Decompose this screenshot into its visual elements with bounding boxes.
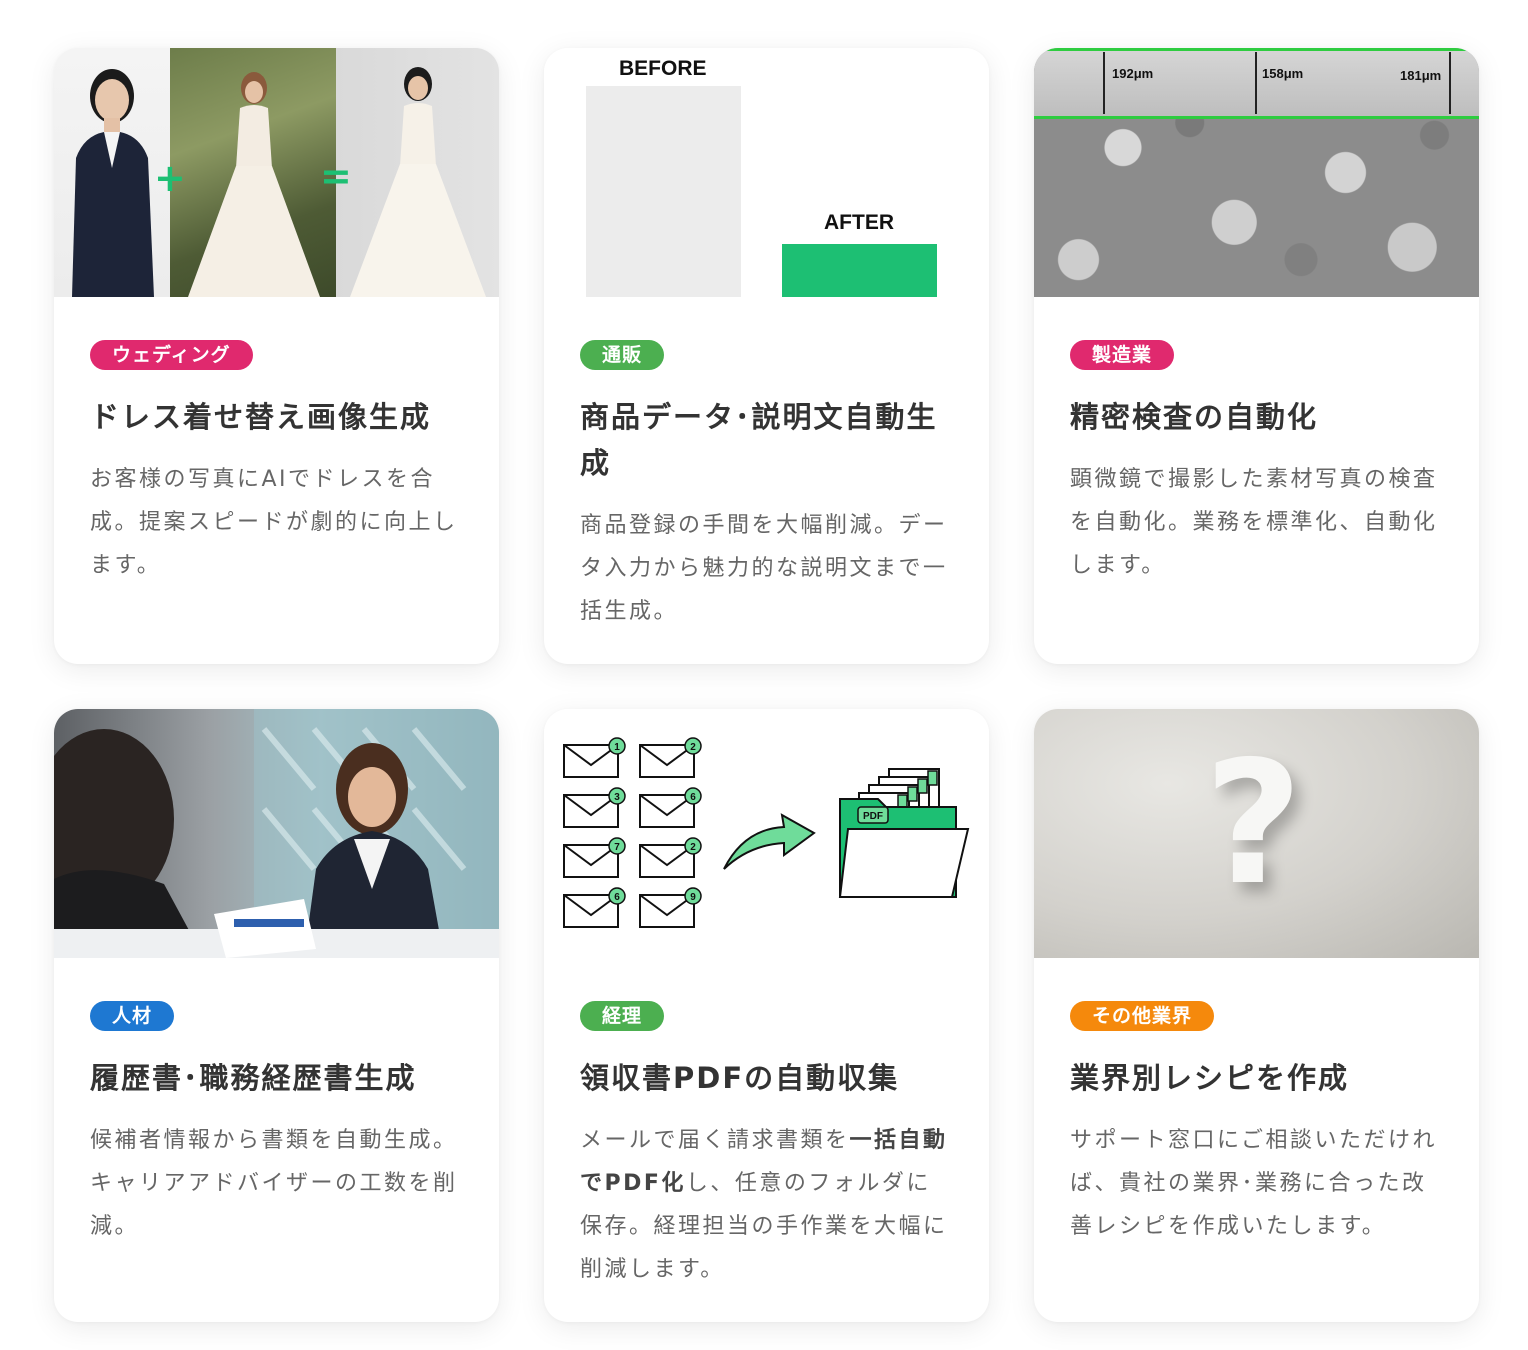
before-label: BEFORE: [619, 57, 707, 80]
category-badge: ウェディング: [90, 340, 253, 370]
dress-composite-image: + =: [54, 48, 499, 297]
dress-photo: [170, 48, 336, 297]
question-mark-icon: ?: [1204, 725, 1303, 923]
equals-icon: =: [320, 154, 352, 198]
question-mark-image: ?: [1034, 709, 1479, 958]
green-line-bottom: [1034, 116, 1479, 119]
card-other-industries[interactable]: ? その他業界 業界別レシピを作成 サポート窓口にご相談いただければ、貴社の業界…: [1034, 709, 1479, 1322]
email-to-pdf-illustration: 1 2 3 6 7 2 6 9 PDF: [544, 709, 989, 958]
measurement-label: 192μm: [1112, 66, 1154, 81]
mail-count: 9: [690, 892, 696, 903]
after-label: AFTER: [824, 211, 894, 234]
card-description: 候補者情報から書類を自動生成。キャリアアドバイザーの工数を削減。: [90, 1128, 458, 1239]
mail-count: 3: [614, 792, 620, 803]
card-hr[interactable]: 人材 履歴書･職務経歴書生成 候補者情報から書類を自動生成。キャリアアドバイザー…: [54, 709, 499, 1322]
measure-line: [1255, 52, 1257, 114]
card-title: 精密検査の自動化: [1070, 400, 1319, 434]
result-photo: [336, 48, 499, 297]
card-wedding-dress[interactable]: + = ウェディング ドレス着せ替え画像生成 お客様の写真にAIでドレスを合成。…: [54, 48, 499, 664]
category-badge: 人材: [90, 1001, 175, 1031]
after-block: [782, 244, 937, 297]
category-badge: 通販: [580, 340, 665, 370]
before-after-image: BEFORE AFTER: [544, 48, 989, 297]
measure-line: [1103, 52, 1105, 114]
category-badge: その他業界: [1070, 1001, 1215, 1031]
mail-count: 6: [614, 892, 620, 903]
card-title: 履歴書･職務経歴書生成: [90, 1061, 417, 1095]
interview-photo: [54, 709, 499, 958]
card-title: ドレス着せ替え画像生成: [90, 400, 432, 434]
mail-count: 6: [690, 792, 696, 803]
card-title: 業界別レシピを作成: [1070, 1061, 1350, 1095]
card-description: サポート窓口にご相談いただければ、貴社の業界･業務に合った改善レシピを作成いたし…: [1070, 1128, 1438, 1239]
measure-line: [1449, 52, 1451, 114]
card-description: メールで届く請求書類を一括自動でPDF化し、任意のフォルダに保存。経理担当の手作…: [580, 1119, 953, 1291]
card-title: 領収書PDFの自動収集: [580, 1061, 900, 1095]
card-description: お客様の写真にAIでドレスを合成。提案スピードが劇的に向上します。: [90, 467, 458, 578]
mail-count: 2: [690, 742, 696, 753]
plus-icon: +: [154, 156, 186, 200]
customer-photo: [54, 48, 170, 297]
card-accounting[interactable]: 1 2 3 6 7 2 6 9 PDF 経理 領収書PDFの自動収集 メールで届…: [544, 709, 989, 1322]
card-description: 商品登録の手間を大幅削減。データ入力から魅力的な説明文まで一括生成。: [580, 513, 948, 624]
envelopes-to-folder-diagram: 1 2 3 6 7 2 6 9 PDF: [563, 737, 970, 928]
pdf-label: PDF: [863, 811, 883, 822]
card-title: 商品データ･説明文自動生成: [580, 400, 938, 480]
mail-count: 7: [614, 842, 620, 853]
card-description: 顕微鏡で撮影した素材写真の検査を自動化。業務を標準化、自動化します。: [1070, 467, 1438, 578]
green-line-top: [1034, 48, 1479, 51]
category-badge: 経理: [580, 1001, 665, 1031]
measurement-label: 158μm: [1262, 66, 1304, 81]
card-ecommerce[interactable]: BEFORE AFTER 通販 商品データ･説明文自動生成 商品登録の手間を大幅…: [544, 48, 989, 664]
before-block: [586, 86, 741, 297]
mail-count: 2: [690, 842, 696, 853]
measurement-label: 181μm: [1400, 68, 1442, 83]
mail-count: 1: [614, 742, 620, 753]
microscope-image: 192μm 158μm 181μm: [1034, 48, 1479, 297]
category-badge: 製造業: [1070, 340, 1175, 370]
card-manufacturing[interactable]: 192μm 158μm 181μm 製造業 精密検査の自動化 顕微鏡で撮影した素…: [1034, 48, 1479, 664]
desc-text: メールで届く請求書類を: [580, 1128, 850, 1153]
